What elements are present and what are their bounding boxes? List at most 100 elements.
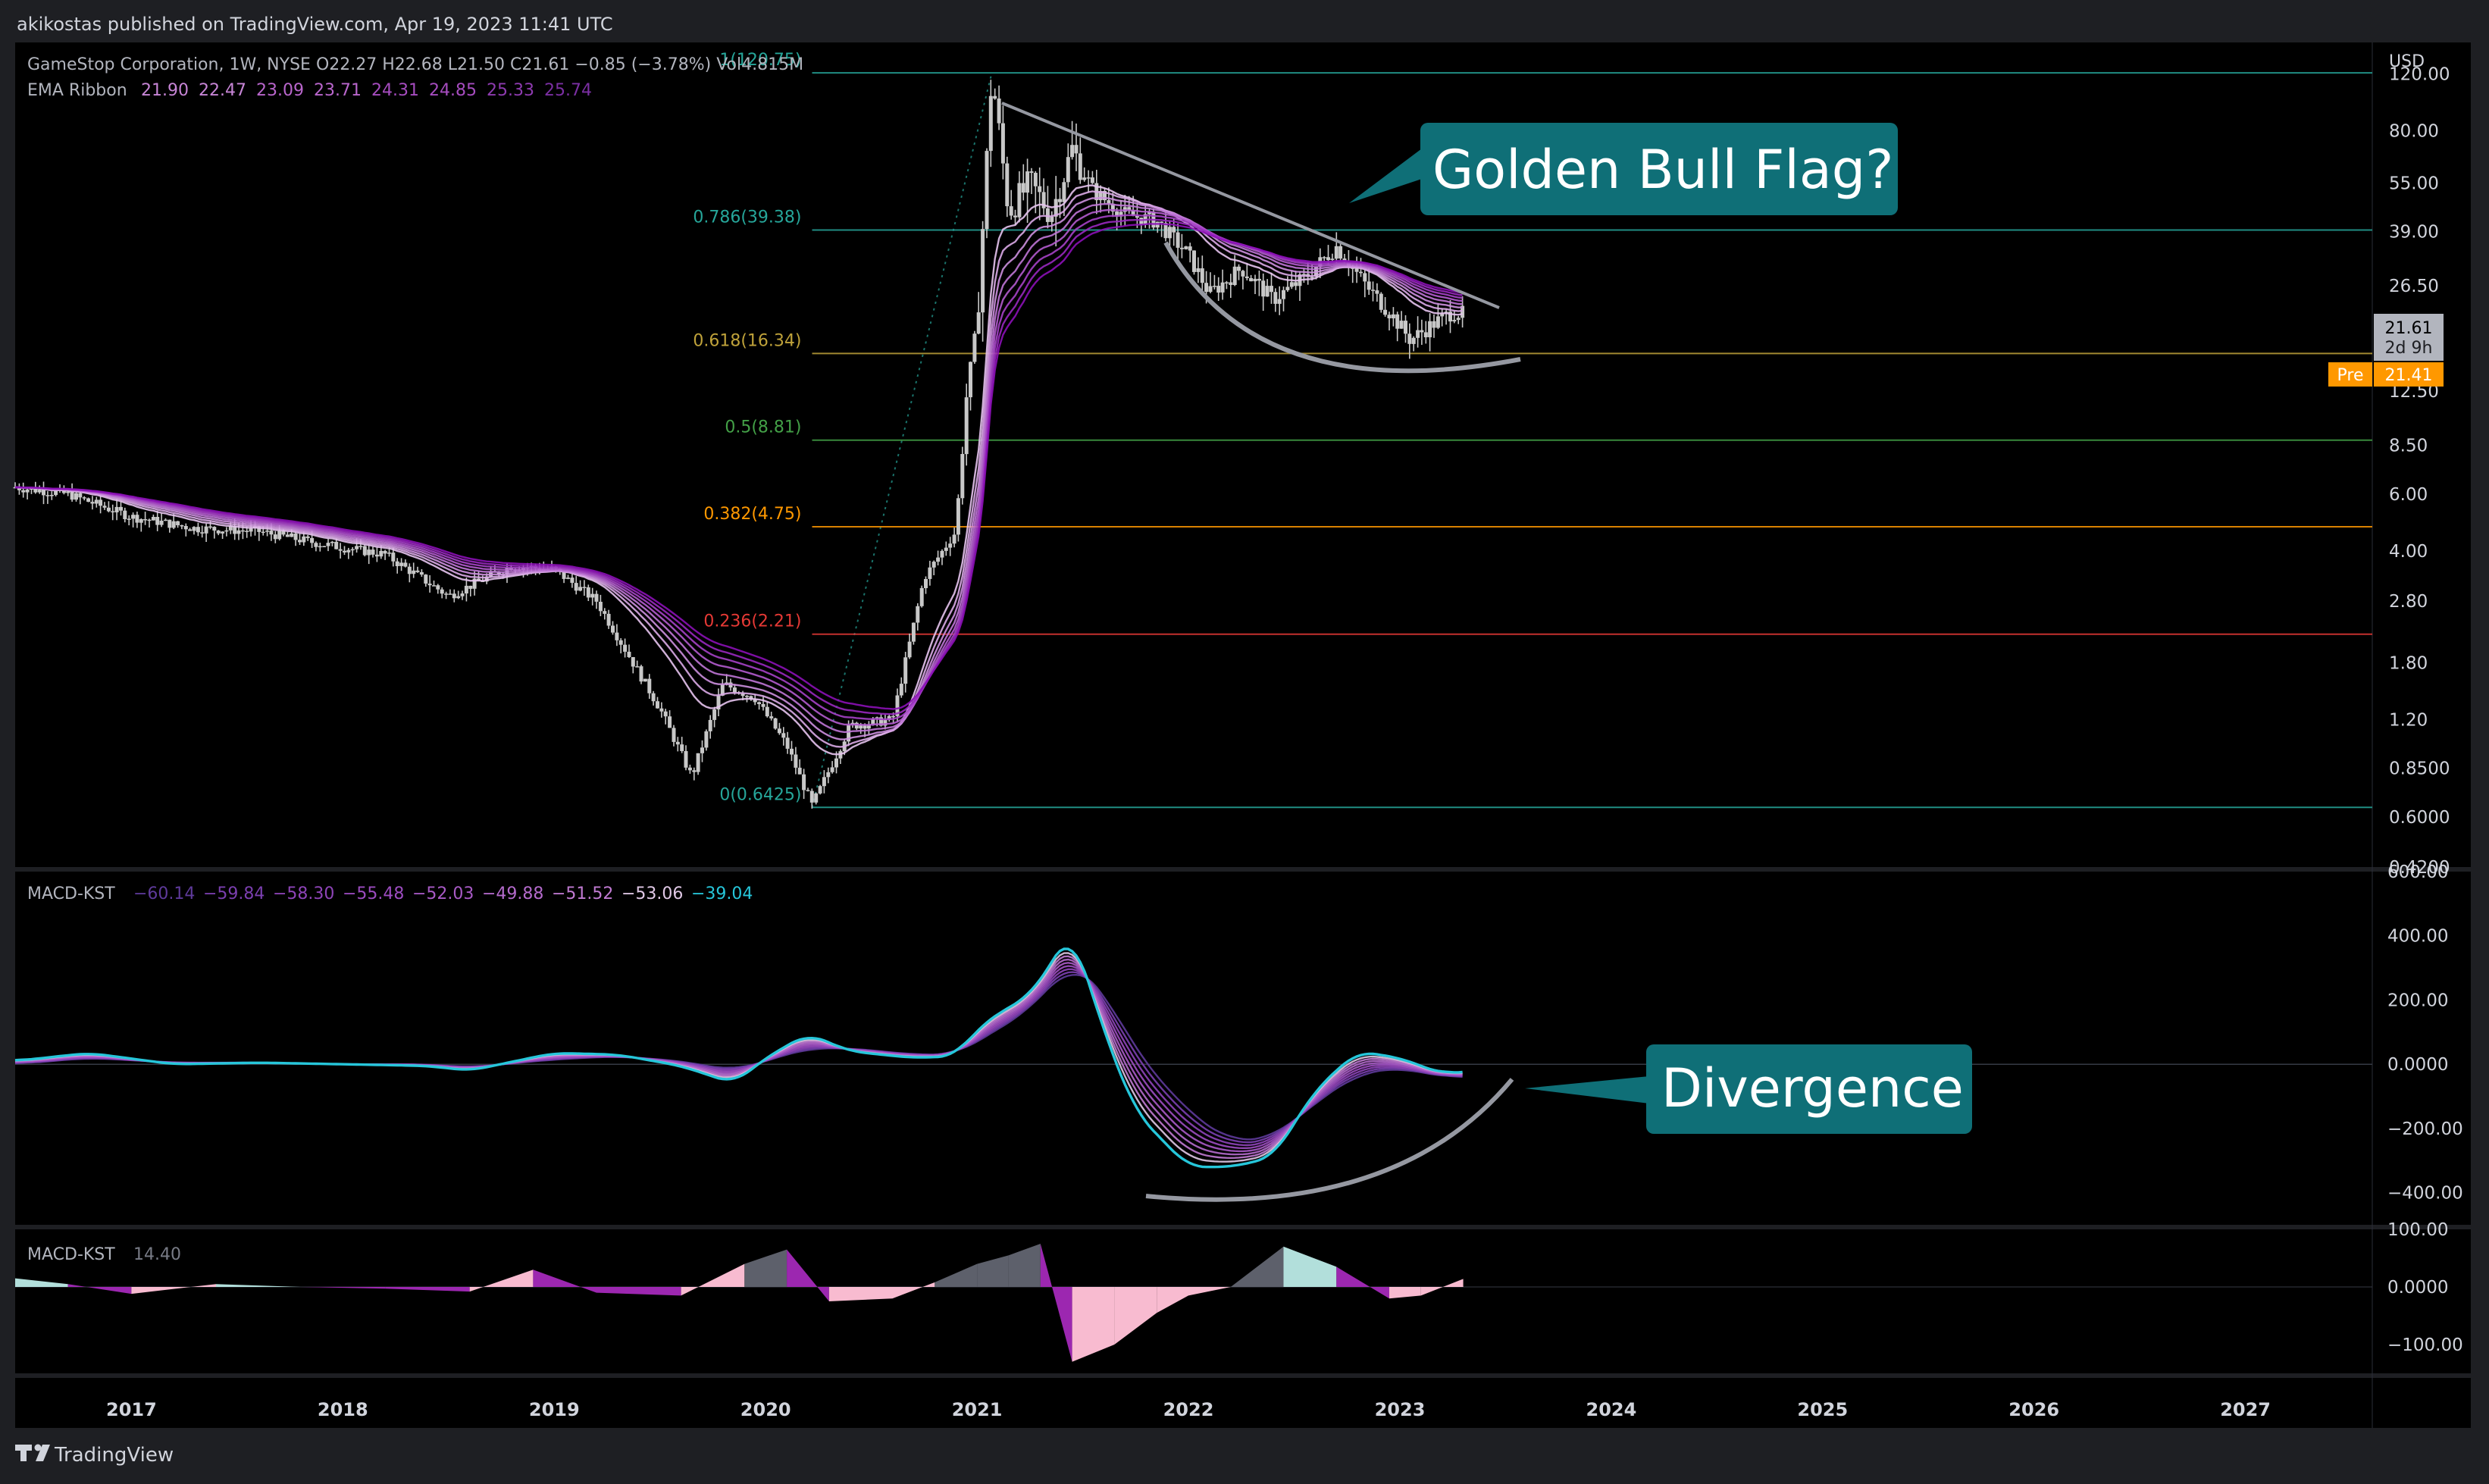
hist-legend[interactable]: MACD-KST 14.40: [27, 1245, 181, 1264]
price-candle-body: [367, 549, 371, 556]
price-candle-body: [94, 499, 99, 504]
ema-value-6: 24.85: [429, 81, 477, 100]
price-candle-body: [606, 613, 611, 626]
price-candle-body: [208, 526, 212, 528]
price-candle-body: [21, 490, 26, 493]
price-candle-body: [1270, 286, 1273, 293]
price-candle-body: [334, 541, 339, 549]
price-candle-body: [49, 495, 54, 496]
price-candle-body: [834, 758, 838, 768]
price-candle-body: [924, 579, 928, 588]
price-candle-body: [675, 741, 680, 745]
price-candle-body: [82, 497, 86, 499]
price-candle-body: [611, 625, 615, 633]
price-candle-body: [1062, 182, 1066, 202]
price-candle-body: [139, 519, 143, 523]
price-candle-body: [1204, 283, 1209, 293]
price-candle-body: [362, 546, 367, 556]
price-candle-body: [236, 530, 241, 534]
macd-value-7: −51.52: [552, 884, 613, 903]
symbol-legend[interactable]: GameStop Corporation, 1W, NYSE O22.27 H2…: [27, 55, 803, 74]
price-candle-body: [245, 531, 249, 532]
price-candle-body: [1395, 314, 1400, 329]
price-candle-body: [164, 519, 167, 521]
price-candle-body: [818, 786, 822, 794]
price-candle-body: [1212, 286, 1216, 287]
price-candle-body: [903, 657, 908, 684]
ema-value-1: 21.90: [141, 81, 189, 100]
price-candle-body: [355, 546, 359, 549]
price-candle-body: [1334, 246, 1338, 259]
price-candle-body: [440, 589, 444, 594]
price-candle-body: [1078, 153, 1082, 180]
price-candle-body: [200, 532, 205, 534]
price-candle-body: [155, 517, 160, 525]
price-candle-body: [854, 722, 859, 729]
price-candle-body: [395, 561, 399, 566]
price-candle-body: [37, 490, 42, 493]
price-tick-11: 1.20: [2389, 711, 2428, 731]
price-candle-body: [761, 704, 765, 707]
fib-level-label-3: 0.5(8.81): [725, 418, 801, 437]
price-candle-body: [314, 543, 318, 547]
callout-golden-bull-flag[interactable]: Golden Bull Flag?: [1349, 123, 1898, 215]
hist-legend-value: 14.40: [133, 1245, 181, 1264]
price-candle-body: [111, 511, 115, 512]
macd-value-3: −58.30: [273, 884, 334, 903]
price-candle-body: [663, 711, 668, 717]
price-candle-body: [1009, 206, 1013, 216]
price-candle-body: [972, 333, 977, 362]
macd-legend[interactable]: MACD-KST −60.14 −59.84 −58.30 −55.48 −52…: [27, 884, 753, 903]
price-candle-body: [383, 550, 387, 554]
hist-tick-1: 0.0000: [2387, 1278, 2448, 1298]
price-candle-body: [891, 715, 896, 718]
price-candle-body: [1220, 282, 1225, 293]
price-candle-body: [668, 716, 672, 728]
price-candle-body: [1241, 271, 1245, 277]
hist-pane[interactable]: [15, 1229, 2471, 1373]
price-pane[interactable]: [15, 42, 2471, 867]
price-candle-body: [1282, 290, 1285, 299]
macd-value-1: −60.14: [133, 884, 195, 903]
price-candle-body: [1176, 232, 1180, 248]
price-candle-body: [379, 550, 384, 557]
price-tick-2: 55.00: [2389, 174, 2439, 194]
hist-legend-label: MACD-KST: [27, 1245, 115, 1264]
price-candle-body: [1188, 246, 1192, 251]
price-candle-body: [765, 706, 769, 717]
time-tick-8: 2025: [1797, 1399, 1848, 1420]
price-candle-body: [712, 709, 717, 720]
price-candle-body: [436, 585, 440, 590]
price-candle-body: [350, 549, 355, 551]
price-candle-body: [777, 728, 781, 734]
price-candle-body: [151, 517, 155, 521]
price-candle-body: [131, 515, 136, 519]
macd-value-9: −39.04: [691, 884, 753, 903]
time-axis-pane[interactable]: [15, 1378, 2471, 1428]
price-candle-body: [976, 312, 981, 334]
price-candle-body: [899, 684, 903, 696]
price-candle-body: [952, 534, 956, 544]
price-candle-body: [143, 519, 148, 521]
last-price-badge[interactable]: 21.61 2d 9h: [2374, 314, 2444, 361]
premarket-badge[interactable]: Pre 21.41: [2328, 362, 2444, 387]
price-candle-body: [993, 95, 997, 99]
price-candle-body: [78, 493, 83, 498]
price-candle-body: [985, 151, 989, 230]
price-candle-body: [704, 731, 709, 748]
price-candle-body: [468, 585, 473, 589]
ema-value-4: 23.71: [314, 81, 362, 100]
price-candle-body: [1285, 286, 1290, 290]
price-candle-body: [1050, 216, 1054, 222]
macd-pane[interactable]: [15, 872, 2471, 1225]
price-candle-body: [1179, 247, 1184, 249]
fib-level-label-6: 0(0.6425): [719, 785, 801, 804]
price-candle-body: [1208, 286, 1213, 293]
price-candle-body: [696, 753, 700, 772]
price-candle-body: [1387, 315, 1392, 318]
price-candle-body: [180, 525, 184, 527]
price-candle-body: [578, 587, 583, 591]
price-candle-body: [302, 536, 306, 543]
price-candle-body: [119, 506, 123, 511]
currency-label: USD: [2389, 52, 2425, 71]
